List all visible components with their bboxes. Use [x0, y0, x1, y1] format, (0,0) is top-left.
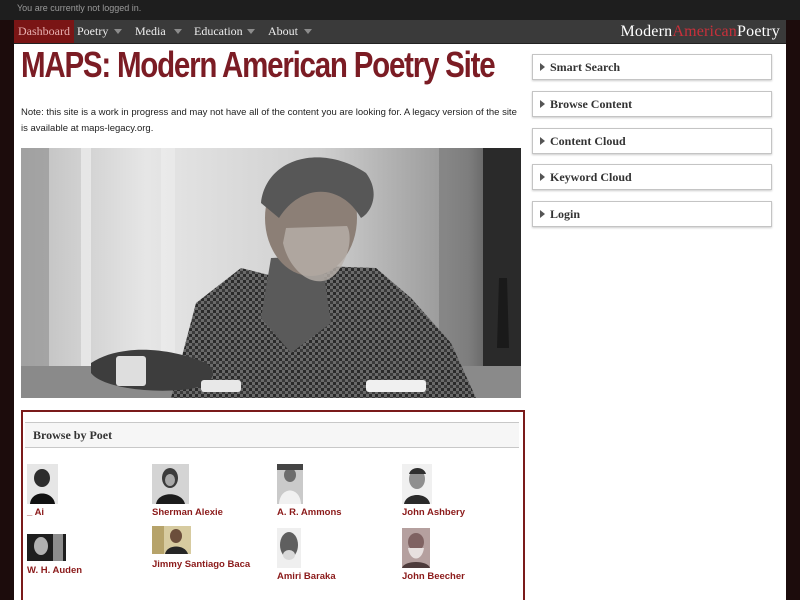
poet-photo-john-ashbery[interactable] [402, 464, 432, 504]
nav-item-about[interactable]: About [268, 20, 298, 43]
poet-photo-ai[interactable] [27, 464, 58, 504]
browse-by-poet-heading: Browse by Poet [25, 422, 519, 448]
brand-word-american: American [672, 23, 738, 40]
sidebar-item-keyword-cloud[interactable]: Keyword Cloud [532, 164, 772, 190]
chevron-down-icon[interactable] [114, 29, 122, 34]
main-content: MAPS: Modern American Poetry Site Note: … [14, 44, 786, 600]
sidebar-item-label: Keyword Cloud [550, 170, 632, 184]
poet-card-ar-ammons[interactable]: A. R. Ammons [277, 464, 342, 518]
brand-word-poetry: Poetry [737, 23, 780, 40]
sidebar-item-label: Browse Content [550, 97, 633, 111]
poet-photo-sherman-alexie[interactable] [152, 464, 189, 504]
poet-name-ar-ammons[interactable]: A. R. Ammons [277, 506, 382, 520]
chevron-down-icon[interactable] [304, 29, 312, 34]
poet-photo-wh-auden[interactable] [27, 534, 66, 561]
poet-name-john-ashbery[interactable]: John Ashbery [402, 506, 507, 520]
poet-card-john-ashbery[interactable]: John Ashbery [402, 464, 465, 518]
triangle-right-icon [540, 173, 545, 181]
poet-photo-john-beecher[interactable] [402, 528, 430, 568]
poet-card-jimmy-santiago-baca[interactable]: Jimmy Santiago Baca [152, 526, 250, 570]
chevron-down-icon[interactable] [247, 29, 255, 34]
sidebar-item-smart-search[interactable]: Smart Search [532, 54, 772, 80]
main-nav-bar: Dashboard Poetry Media Education About M… [14, 20, 786, 44]
hero-photo [21, 148, 521, 398]
poet-name-wh-auden[interactable]: W. H. Auden [27, 564, 132, 578]
poet-name-amiri-baraka[interactable]: Amiri Baraka [277, 570, 382, 584]
triangle-right-icon [540, 137, 545, 145]
login-status-text: You are currently not logged in. [17, 3, 142, 13]
site-note: Note: this site is a work in progress an… [21, 107, 517, 134]
top-status-bar: You are currently not logged in. [0, 0, 800, 20]
poet-card-ai[interactable]: _ Ai [27, 464, 58, 518]
poet-photo-jimmy-santiago-baca[interactable] [152, 526, 191, 554]
sidebar-item-browse-content[interactable]: Browse Content [532, 91, 772, 117]
poet-name-ai[interactable]: _ Ai [27, 506, 132, 520]
poet-photo-ar-ammons[interactable] [277, 464, 303, 504]
triangle-right-icon [540, 100, 545, 108]
sidebar-item-label: Login [550, 207, 581, 221]
poet-name-sherman-alexie[interactable]: Sherman Alexie [152, 506, 257, 520]
sidebar-item-label: Content Cloud [550, 134, 626, 148]
sidebar-item-content-cloud[interactable]: Content Cloud [532, 128, 772, 154]
poet-card-john-beecher[interactable]: John Beecher [402, 528, 465, 582]
sidebar-item-label: Smart Search [550, 60, 621, 74]
sidebar-item-login[interactable]: Login [532, 201, 772, 227]
triangle-right-icon [540, 63, 545, 71]
nav-item-media[interactable]: Media [135, 20, 166, 43]
nav-item-poetry[interactable]: Poetry [77, 20, 108, 43]
page-title: MAPS: Modern American Poetry Site [21, 44, 496, 85]
poet-photo-amiri-baraka[interactable] [277, 528, 301, 568]
triangle-right-icon [540, 210, 545, 218]
poet-name-john-beecher[interactable]: John Beecher [402, 570, 507, 584]
browse-by-poet-panel: Browse by Poet _ Ai Sherman Alexie A. R.… [21, 410, 525, 600]
poet-card-sherman-alexie[interactable]: Sherman Alexie [152, 464, 223, 518]
site-logo[interactable]: ModernAmericanPoetry [620, 20, 780, 43]
poet-card-wh-auden[interactable]: W. H. Auden [27, 534, 82, 576]
nav-item-education[interactable]: Education [194, 20, 243, 43]
nav-item-dashboard[interactable]: Dashboard [14, 20, 74, 43]
chevron-down-icon[interactable] [174, 29, 182, 34]
poet-name-jimmy-santiago-baca[interactable]: Jimmy Santiago Baca [152, 558, 257, 572]
poet-card-amiri-baraka[interactable]: Amiri Baraka [277, 528, 336, 582]
brand-word-modern: Modern [620, 23, 673, 40]
